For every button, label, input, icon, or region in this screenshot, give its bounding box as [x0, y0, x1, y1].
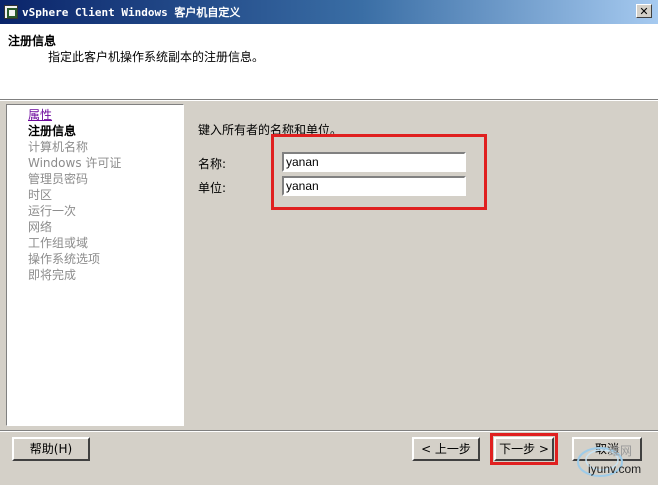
nav-step-registration: 注册信息 [28, 124, 77, 138]
back-button[interactable]: < 上一步 [412, 437, 480, 461]
close-button[interactable]: ✕ [636, 4, 652, 18]
nav-step-time-zone: 时区 [28, 188, 53, 202]
header-divider [0, 100, 658, 101]
nav-step-computer-name: 计算机名称 [28, 140, 89, 154]
wizard-steps-nav: 属性 注册信息 计算机名称 Windows 许可证 管理员密码 时区 运行一次 … [6, 104, 184, 426]
nav-step-windows-license: Windows 许可证 [28, 156, 122, 170]
content-panel: 键入所有者的名称和单位。 名称: 单位: [188, 104, 654, 426]
footer-divider-light [0, 431, 658, 432]
title-bar[interactable]: vSphere Client Windows 客户机自定义 ✕ [0, 0, 658, 24]
nav-step-network: 网络 [28, 220, 53, 234]
wizard-header: 注册信息 指定此客户机操作系统副本的注册信息。 [0, 24, 658, 100]
next-highlight-box [490, 433, 558, 465]
fields-highlight-box [271, 134, 487, 210]
window-title: vSphere Client Windows 客户机自定义 [22, 6, 241, 19]
org-label: 单位: [198, 181, 227, 195]
name-label: 名称: [198, 157, 227, 171]
watermark-site-text: iyunv.com [588, 462, 642, 476]
nav-step-os-options: 操作系统选项 [28, 252, 101, 266]
nav-step-run-once: 运行一次 [28, 204, 77, 218]
page-subtitle: 指定此客户机操作系统副本的注册信息。 [48, 50, 265, 64]
vsphere-app-icon [4, 5, 18, 19]
nav-step-properties[interactable]: 属性 [28, 107, 183, 123]
page-title: 注册信息 [8, 34, 57, 48]
nav-step-workgroup-domain: 工作组或域 [28, 236, 89, 250]
help-button[interactable]: 帮助(H) [12, 437, 90, 461]
watermark-cn-text: 维网 [608, 444, 633, 458]
nav-step-admin-password: 管理员密码 [28, 172, 89, 186]
nav-step-ready: 即将完成 [28, 268, 77, 282]
